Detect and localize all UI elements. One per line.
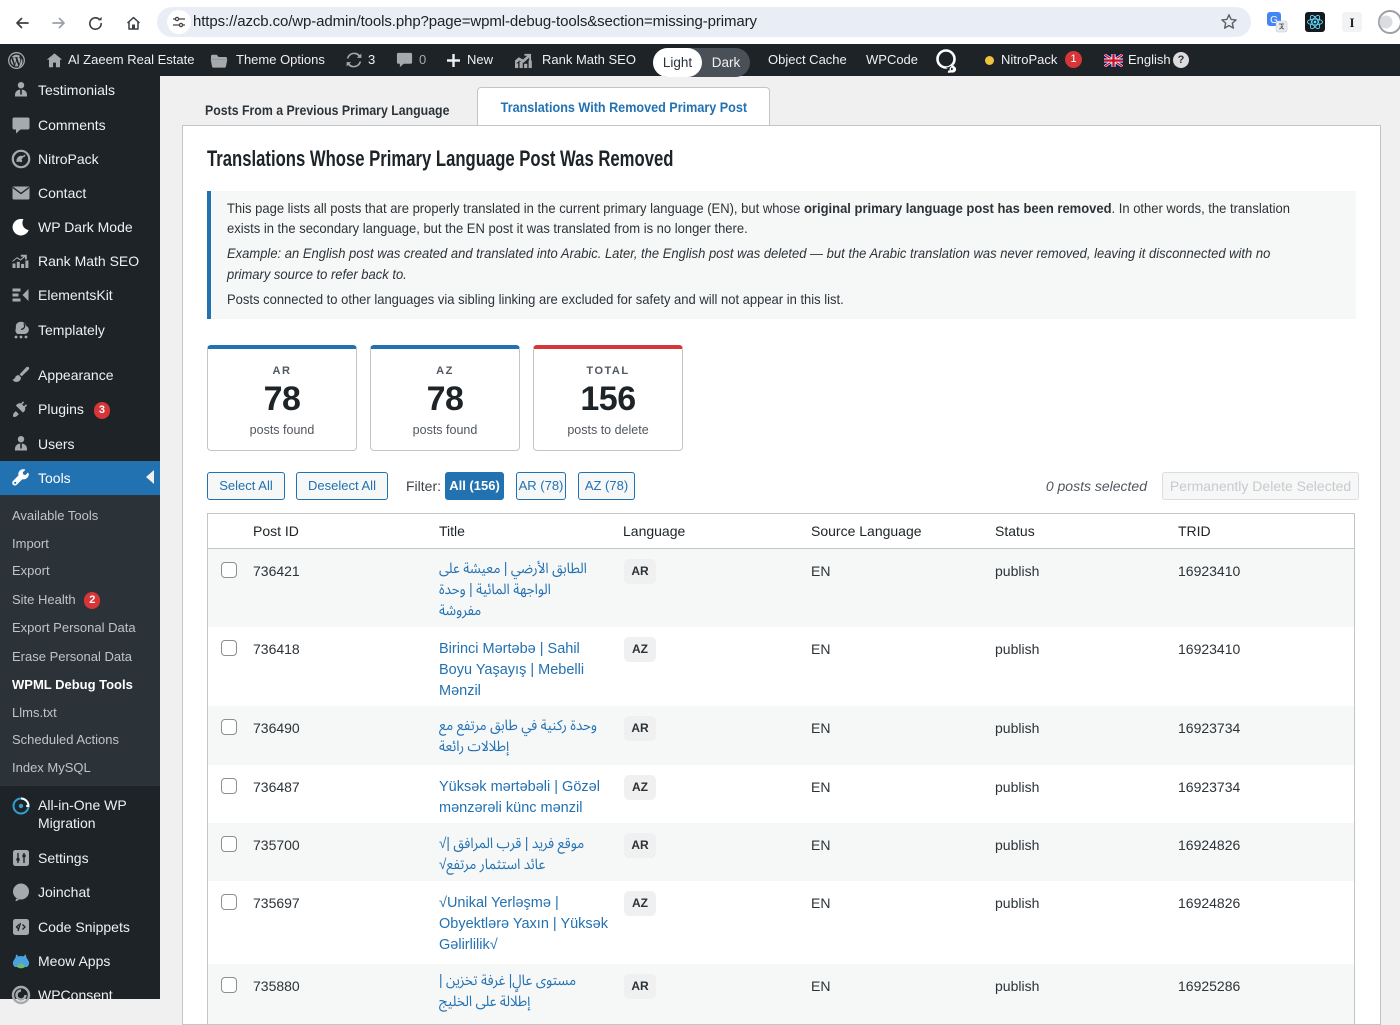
svg-text:I: I <box>1349 15 1354 30</box>
